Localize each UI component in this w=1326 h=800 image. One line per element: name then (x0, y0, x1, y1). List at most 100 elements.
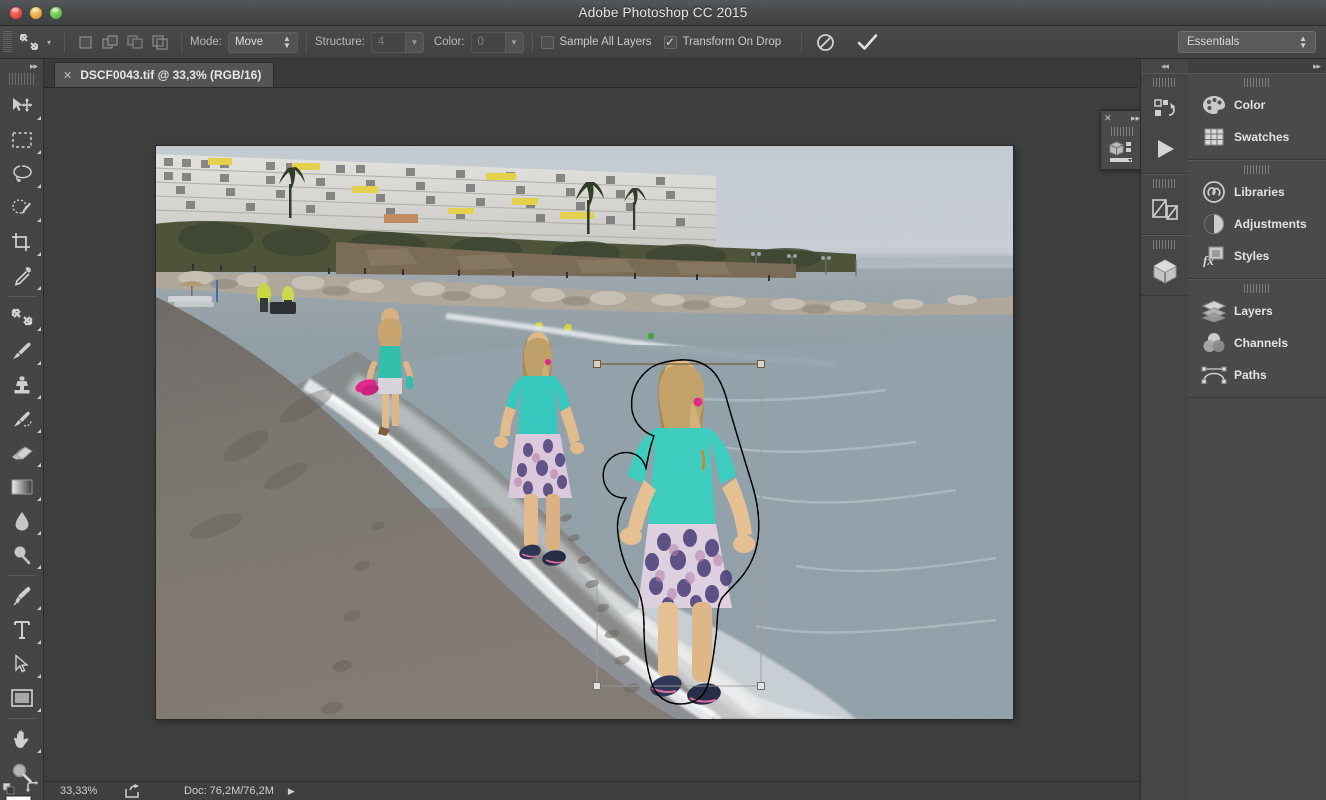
tool-flyout-corner (37, 674, 41, 678)
tool-flyout-corner (37, 463, 41, 467)
eraser-tool[interactable] (0, 436, 44, 470)
icon-group-device-preview (1141, 174, 1188, 235)
tools-drag-grip[interactable] (9, 73, 35, 85)
workspace-selector[interactable]: Essentials ▲▼ (1178, 31, 1316, 53)
dodge-tool[interactable] (0, 538, 44, 572)
brush-tool[interactable] (0, 334, 44, 368)
blur-tool[interactable] (0, 504, 44, 538)
options-bar: ▾ Mode: Move ▲▼ Structure: 4 ▼ Color: 0 (0, 26, 1326, 59)
icon-group-grip[interactable] (1153, 78, 1177, 87)
panel-channels[interactable]: Channels (1188, 327, 1326, 359)
panel-adjustments[interactable]: Adjustments (1188, 208, 1326, 240)
icon-group-grip[interactable] (1153, 179, 1177, 188)
panel-layers[interactable]: Layers (1188, 295, 1326, 327)
hand-tool[interactable] (0, 722, 44, 756)
add-to-selection-button[interactable] (100, 32, 121, 53)
transform-on-drop-checkbox[interactable]: Transform On Drop (664, 36, 782, 49)
sample-all-layers-checkbox[interactable]: Sample All Layers (541, 36, 652, 49)
icon-strip-collapse-button[interactable]: ◂◂ (1141, 59, 1188, 73)
pen-tool[interactable] (0, 579, 44, 613)
panel-paths[interactable]: Paths (1188, 359, 1326, 391)
options-separator-1 (64, 31, 65, 53)
cancel-circle-slash-icon[interactable] (812, 32, 838, 53)
creative-cloud-icon (1200, 180, 1228, 204)
options-bar-grip[interactable] (3, 31, 12, 53)
commit-checkmark-icon[interactable] (852, 32, 882, 53)
color-input[interactable]: 0 (471, 32, 505, 53)
intersect-selection-button[interactable] (150, 32, 171, 53)
lasso-tool[interactable] (0, 157, 44, 191)
floating-3d-panel[interactable]: ✕ ▸▸ (1100, 110, 1144, 170)
mode-select[interactable]: Move ▲▼ (228, 32, 298, 53)
gradient-tool[interactable] (0, 470, 44, 504)
eyedropper-tool[interactable] (0, 259, 44, 293)
panel-group-grip[interactable] (1244, 284, 1270, 293)
float-panel-header: ✕ ▸▸ (1101, 111, 1143, 126)
tool-flyout-corner (37, 395, 41, 399)
status-expand-triangle[interactable]: ▶ (288, 786, 295, 797)
device-preview-panel-icon[interactable] (1141, 190, 1188, 230)
zoom-level-field[interactable]: 33,33% (60, 785, 118, 797)
rectangular-marquee-tool[interactable] (0, 123, 44, 157)
channels-venn-icon (1200, 332, 1228, 354)
panel-libraries[interactable]: Libraries (1188, 176, 1326, 208)
foreground-color-swatch[interactable] (6, 796, 31, 800)
right-dock-collapse-button[interactable]: ▸▸ (1188, 59, 1326, 73)
history-brush-tool[interactable] (0, 402, 44, 436)
tools-collapse-button[interactable]: ▸▸ (0, 59, 43, 73)
color-label: Color: (434, 36, 465, 48)
actions-panel-icon[interactable] (1141, 129, 1188, 169)
transform-on-drop-box (664, 36, 677, 49)
document-tab[interactable]: ✕ DSCF0043.tif @ 33,3% (RGB/16) (54, 62, 274, 87)
history-panel-icon[interactable] (1141, 89, 1188, 129)
move-tool[interactable] (0, 89, 44, 123)
close-tab-icon[interactable]: ✕ (63, 69, 72, 82)
tool-flyout-corner (37, 531, 41, 535)
panel-color[interactable]: Color (1188, 89, 1326, 121)
structure-value: 4 (378, 36, 384, 48)
3d-panel-icon[interactable] (1141, 251, 1188, 291)
title-bar: Adobe Photoshop CC 2015 (0, 0, 1326, 26)
sample-all-layers-label: Sample All Layers (560, 36, 652, 48)
tool-separator-2 (7, 575, 36, 576)
panel-styles[interactable]: fx Styles (1188, 240, 1326, 272)
icon-group-grip[interactable] (1153, 240, 1177, 249)
canvas-area[interactable] (44, 88, 1138, 781)
subtract-from-selection-button[interactable] (125, 32, 146, 53)
quick-selection-tool[interactable] (0, 191, 44, 225)
close-panel-icon[interactable]: ✕ (1104, 113, 1112, 124)
tool-preset-caret[interactable]: ▾ (42, 38, 56, 47)
type-tool[interactable] (0, 613, 44, 647)
panel-libraries-label: Libraries (1234, 185, 1285, 199)
color-value: 0 (478, 36, 484, 48)
new-selection-button[interactable] (75, 32, 96, 53)
paths-bezier-icon (1200, 364, 1228, 386)
3d-properties-icon[interactable] (1101, 137, 1143, 167)
panel-group-layers: Layers Channels (1188, 279, 1326, 398)
options-separator-2 (181, 31, 182, 53)
panel-group-grip[interactable] (1244, 165, 1270, 174)
content-aware-move-icon[interactable] (16, 30, 42, 54)
panel-group-grip[interactable] (1244, 78, 1270, 87)
share-arrow-icon[interactable] (122, 784, 142, 798)
reset-colors-icon[interactable] (3, 782, 15, 794)
expand-panel-icon[interactable]: ▸▸ (1131, 113, 1140, 124)
tool-flyout-corner (37, 218, 41, 222)
tool-separator-1 (7, 296, 36, 297)
structure-dropdown-arrow[interactable]: ▼ (405, 32, 424, 53)
swatches-grid-icon (1200, 127, 1228, 147)
structure-input[interactable]: 4 (371, 32, 405, 53)
clone-stamp-tool[interactable] (0, 368, 44, 402)
float-panel-grip[interactable] (1111, 127, 1133, 136)
rectangle-shape-tool[interactable] (0, 681, 44, 715)
crop-tool[interactable] (0, 225, 44, 259)
half-circle-icon (1200, 213, 1228, 235)
tools-panel: ▸▸ (0, 59, 44, 800)
document-image[interactable] (156, 146, 1013, 719)
swap-colors-icon[interactable] (26, 781, 40, 795)
content-aware-move-tool[interactable] (0, 300, 44, 334)
panel-swatches[interactable]: Swatches (1188, 121, 1326, 153)
path-selection-tool[interactable] (0, 647, 44, 681)
panel-group-libraries: Libraries Adjustments fx (1188, 160, 1326, 279)
color-dropdown-arrow[interactable]: ▼ (505, 32, 524, 53)
